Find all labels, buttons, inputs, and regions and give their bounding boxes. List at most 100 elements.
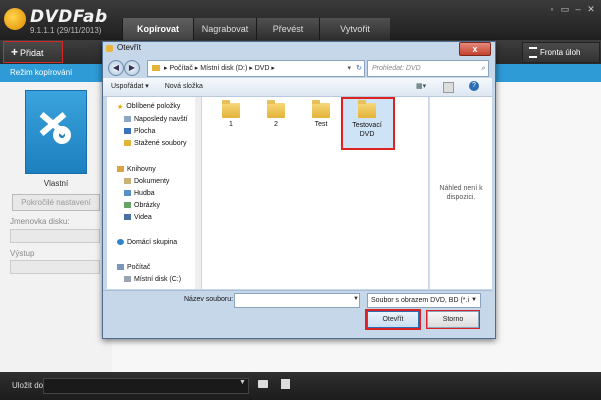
folder-item[interactable]: Test [307, 100, 335, 128]
copy-mode-label: Režim kopírování [10, 68, 73, 77]
address-bar[interactable]: ▸ Počítač ▸ Místní disk (D:) ▸ DVD ▸ ▾ ↻ [147, 60, 365, 77]
new-folder-button[interactable]: Nová složka [165, 83, 203, 90]
folder-label: Testovací DVD [352, 122, 382, 138]
file-type-dropdown-icon: ▼ [471, 297, 477, 303]
nav-computer[interactable]: Počítač [117, 264, 150, 271]
filename-label: Název souboru: [184, 296, 234, 303]
nav-local-disk-c[interactable]: Místní disk (C:) [124, 276, 181, 283]
folder-item[interactable]: 2 [262, 100, 290, 128]
minimize-icon[interactable]: – [572, 4, 584, 14]
preview-unavailable-text: Náhled není k dispozici. [439, 185, 483, 201]
view-options-icon[interactable]: ▦▾ [416, 78, 426, 96]
nav-desktop[interactable]: Plocha [124, 128, 155, 135]
queue-list-icon [529, 47, 537, 59]
open-button[interactable]: Otevřít [365, 309, 421, 330]
folder-item[interactable]: 1 [217, 100, 245, 128]
file-type-select[interactable]: Soubor s obrazem DVD, BD (*.i ▼ [367, 293, 481, 308]
libraries-icon [117, 166, 124, 173]
address-dropdown-icon[interactable]: ▾ [347, 61, 351, 76]
tab-copy[interactable]: Kopírovat [122, 18, 193, 40]
close-app-icon[interactable]: ✕ [585, 4, 597, 14]
folder-label: Test [314, 121, 328, 128]
homegroup-icon [117, 239, 124, 246]
nav-downloads[interactable]: Stažené soubory [124, 140, 187, 147]
organize-menu[interactable]: Uspořádat ▾ [111, 83, 149, 90]
documents-icon [124, 178, 131, 185]
nav-recent-places[interactable]: Naposledy navští [124, 116, 188, 123]
volume-label-field[interactable] [10, 229, 100, 243]
forward-arrow-icon[interactable]: ▶ [124, 60, 140, 76]
command-bar: Uspořádat ▾ Nová složka ▦▾ ? [103, 78, 492, 97]
preview-pane-icon[interactable] [443, 82, 454, 93]
disc-pen-icon [39, 112, 71, 144]
refresh-icon[interactable]: ↻ [356, 61, 362, 76]
search-box[interactable]: Prohledat: DVD ⌕ [367, 60, 489, 77]
tab-convert[interactable]: Převést [256, 18, 319, 40]
nav-music[interactable]: Hudba [124, 190, 155, 197]
file-type-value: Soubor s obrazem DVD, BD (*.i [371, 297, 470, 304]
desktop-icon [124, 128, 131, 135]
address-segment-computer[interactable]: Počítač [169, 65, 192, 72]
task-queue-label: Fronta úloh [540, 48, 581, 57]
folder-icon [312, 100, 330, 118]
save-to-field[interactable] [43, 378, 249, 394]
save-to-dropdown-icon[interactable]: ▼ [239, 379, 246, 386]
dialog-title: Otevřít [117, 43, 142, 52]
nav-favorites[interactable]: ★ Oblíbené položky [117, 103, 180, 112]
app-version: 9.1.1.1 (29/11/2013) [30, 26, 102, 35]
back-arrow-icon[interactable]: ◀ [108, 60, 124, 76]
plus-icon: + [11, 45, 19, 59]
app-title: DVDFab [30, 7, 108, 27]
address-segment-dvd[interactable]: DVD [255, 65, 270, 72]
videos-icon [124, 214, 131, 221]
tab-rip[interactable]: Nagrabovat [193, 18, 256, 40]
settings-icon[interactable]: ◦ [546, 4, 558, 14]
volume-label-text: Jmenovka disku: [10, 217, 70, 226]
nav-homegroup[interactable]: Domácí skupina [117, 239, 177, 246]
dvdfab-logo-icon [4, 8, 26, 30]
help-icon[interactable]: ? [469, 81, 479, 91]
filename-dropdown-icon[interactable]: ▼ [353, 296, 359, 302]
address-segment-disk[interactable]: Místní disk (D:) [200, 65, 247, 72]
recent-places-icon [124, 116, 131, 123]
pictures-icon [124, 202, 131, 209]
restore-icon[interactable]: ▭ [559, 4, 571, 14]
add-button[interactable]: + Přidat [3, 41, 63, 63]
output-label: Výstup [10, 249, 35, 258]
nav-videos[interactable]: Videa [124, 214, 152, 221]
dialog-close-button[interactable]: x [459, 42, 491, 56]
folder-item-selected[interactable]: Testovací DVD [346, 100, 388, 139]
folder-icon [267, 100, 285, 118]
search-placeholder: Prohledat: DVD [372, 65, 421, 72]
computer-icon [117, 264, 124, 271]
add-button-label: Přidat [20, 48, 44, 58]
navigation-scrollbar[interactable] [195, 97, 201, 289]
dialog-footer-divider [103, 290, 492, 291]
filename-input[interactable] [234, 293, 360, 308]
browse-folder-icon[interactable] [258, 380, 268, 388]
tab-create[interactable]: Vytvořit [319, 18, 390, 40]
folder-icon [358, 100, 376, 118]
hard-disk-icon [124, 276, 131, 283]
search-icon[interactable]: ⌕ [481, 61, 485, 76]
address-folder-icon [152, 65, 160, 72]
custom-profile-icon[interactable] [25, 90, 87, 174]
save-to-label: Uložit do: [12, 381, 46, 390]
star-icon: ★ [117, 104, 124, 112]
music-icon [124, 190, 131, 197]
folder-label: 1 [229, 121, 233, 128]
nav-libraries[interactable]: Knihovny [117, 166, 156, 173]
downloads-folder-icon [124, 140, 131, 147]
iso-file-icon[interactable] [281, 379, 290, 389]
nav-pictures[interactable]: Obrázky [124, 202, 160, 209]
output-select[interactable] [10, 260, 100, 274]
custom-profile-label: Vlastní [43, 179, 69, 188]
advanced-settings-button[interactable]: Pokročilé nastavení [12, 194, 100, 211]
nav-documents[interactable]: Dokumenty [124, 178, 169, 185]
cancel-button[interactable]: Storno [426, 310, 480, 329]
dialog-app-icon [106, 45, 113, 52]
folder-label: 2 [274, 121, 278, 128]
task-queue-button[interactable]: Fronta úloh [522, 42, 600, 63]
copy-mode-bar[interactable]: Režim kopírování [0, 64, 112, 82]
folder-icon [222, 100, 240, 118]
